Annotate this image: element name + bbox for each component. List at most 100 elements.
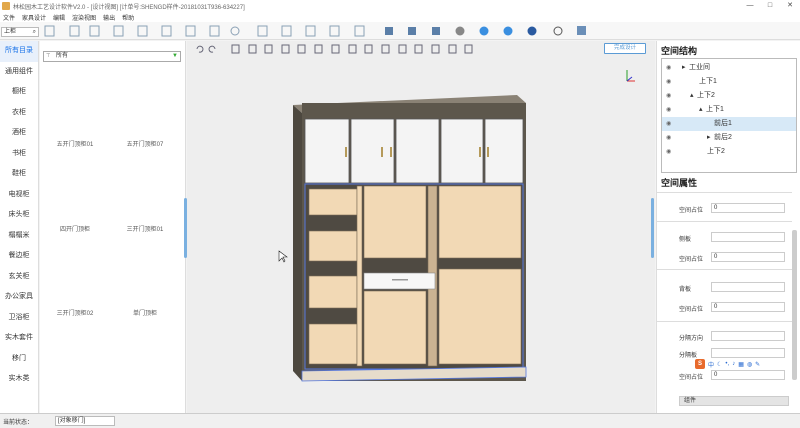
nav-item-nightstand[interactable]: 床头柜 [0,205,38,226]
maximize-button[interactable]: □ [760,0,780,12]
rotate-icon [331,44,340,54]
tree-arrow-icon[interactable]: ▸ [682,61,686,75]
status-value: [对象移门] [55,416,115,426]
tree-arrow-icon[interactable]: ▴ [699,103,703,117]
space-occupy-input[interactable]: 0 [711,370,785,380]
visibility-icon[interactable]: ◉ [666,89,671,103]
properties-title: 空间属性 [661,178,698,188]
visibility-icon[interactable]: ◉ [666,131,671,145]
catalog-filter-select[interactable]: ⊤ 所有 ▼ [43,51,181,62]
nav-item-shoe[interactable]: 鞋柜 [0,164,38,185]
space-occupy-input[interactable]: 0 [711,252,785,262]
nav-item-all[interactable]: 所有目录 [0,41,38,62]
menu-edit[interactable]: 编辑 [53,13,65,22]
catalog-item[interactable]: 四开门顶柜 [40,224,110,233]
menu-file[interactable]: 文件 [3,13,15,22]
nav-item-solidwood[interactable]: 实木类 [0,369,38,390]
nav-item-bookcase[interactable]: 书柜 [0,144,38,165]
filter-icon: ⊤ [46,53,51,59]
eye-view-icon [553,26,563,36]
visibility-icon[interactable]: ◉ [666,145,671,159]
search-input[interactable]: 上柜 ⌕ [1,27,39,37]
nav-item-sideboard[interactable]: 餐边柜 [0,246,38,267]
close-button[interactable]: ✕ [780,0,800,12]
nav-item-wine[interactable]: 酒柜 [0,123,38,144]
finish-design-button[interactable]: 完成设计 [604,43,646,54]
nav-item-tv[interactable]: 电视柜 [0,185,38,206]
back-panel-input[interactable] [711,282,785,292]
tree-row[interactable]: ◉ ▸ 工业间 [662,61,796,75]
nav-item-entry[interactable]: 玄关柜 [0,267,38,288]
catalog-item[interactable]: 五开门顶柜07 [110,139,180,148]
nav-item-cabinet[interactable]: 橱柜 [0,82,38,103]
nav-item-bath[interactable]: 卫浴柜 [0,308,38,329]
side-panel-input[interactable] [711,232,785,242]
skin-icon[interactable]: ◍ [747,361,752,368]
box6-icon [448,44,457,54]
nav-item-common[interactable]: 通用组件 [0,62,38,83]
microphone-icon[interactable]: ♪ [732,361,735,367]
visibility-icon[interactable]: ◉ [666,103,671,117]
menu-help[interactable]: 帮助 [122,13,134,22]
frame-icon [185,25,196,37]
catalog-item[interactable]: 三开门顶柜01 [110,224,180,233]
box7-icon [464,44,473,54]
3d-viewport[interactable] [187,41,655,413]
space-occupy-input[interactable]: 0 [711,302,785,312]
link-icon [348,44,357,54]
tree-arrow-icon[interactable]: ▸ [707,131,711,145]
tree-row[interactable]: ◉ 上下2 [662,145,796,159]
tree-label: 前后2 [714,134,732,141]
properties-scrollbar[interactable] [792,230,797,380]
prop-label: 背板 [679,287,692,293]
main-toolbar [0,22,800,40]
search-icon[interactable]: ⌕ [33,28,36,36]
menu-render-view[interactable]: 渲染视图 [72,13,96,22]
split-direction-input[interactable] [711,331,785,341]
split-panel-input[interactable] [711,348,785,358]
drawer-handle [392,279,408,281]
chevron-down-icon[interactable]: ▼ [171,52,179,61]
measure-icon [577,26,586,35]
nav-item-sliding-door[interactable]: 移门 [0,349,38,370]
prop-label: 空间占位 [679,208,704,214]
tree-arrow-icon[interactable]: ▴ [690,89,694,103]
nav-item-office[interactable]: 办公家具 [0,287,38,308]
tree-row[interactable]: ◉ ▸ 前后2 [662,131,796,145]
menu-furniture-design[interactable]: 家具设计 [22,13,46,22]
component-row[interactable]: 组件 [679,396,789,406]
visibility-icon[interactable]: ◉ [666,75,671,89]
tree-row-selected[interactable]: ◉ 前后1 [662,117,796,131]
divider [657,269,792,270]
door-handle [479,147,481,157]
right-panel-collapse-handle[interactable] [651,198,654,258]
minimize-button[interactable]: — [740,0,760,12]
catalog-item[interactable]: 五开门顶柜01 [40,139,110,148]
moon-icon[interactable]: ☾ [717,361,722,368]
visibility-icon[interactable]: ◉ [666,117,671,131]
search-value: 上柜 [4,29,17,35]
tree-row[interactable]: ◉ 上下1 [662,75,796,89]
upper-door-4 [440,118,484,184]
tree-row[interactable]: ◉ ▴ 上下2 [662,89,796,103]
expand-icon [354,25,365,37]
tree-row[interactable]: ◉ ▴ 上下1 [662,103,796,117]
nav-item-tatami[interactable]: 榻榻米 [0,226,38,247]
ime-toolbar[interactable]: S 中 ☾ •, ♪ ▦ ◍ ✎ [695,358,785,370]
punctuation-icon[interactable]: •, [725,361,729,367]
nav-item-solidwood-set[interactable]: 实木套件 [0,328,38,349]
ime-mode-label[interactable]: 中 [708,360,714,369]
space-occupy-input[interactable]: 0 [711,203,785,213]
menu-bar: 文件 家具设计 编辑 渲染视图 输出 帮助 [0,12,800,22]
catalog-item[interactable]: 三开门顶柜02 [40,308,110,317]
view-top-icon [432,27,440,35]
door-handle [487,147,489,157]
visibility-icon[interactable]: ◉ [666,61,671,75]
view-front-icon [385,27,393,35]
wrench-icon[interactable]: ✎ [755,361,760,368]
keyboard-icon[interactable]: ▦ [738,361,744,368]
catalog-item[interactable]: 单门顶柜 [110,308,180,317]
component-catalog: ⊤ 所有 ▼ 五开门顶柜01 五开门顶柜07 四开门顶柜 三开门顶柜01 三开门… [40,41,186,413]
menu-output[interactable]: 输出 [103,13,115,22]
nav-item-wardrobe[interactable]: 衣柜 [0,103,38,124]
